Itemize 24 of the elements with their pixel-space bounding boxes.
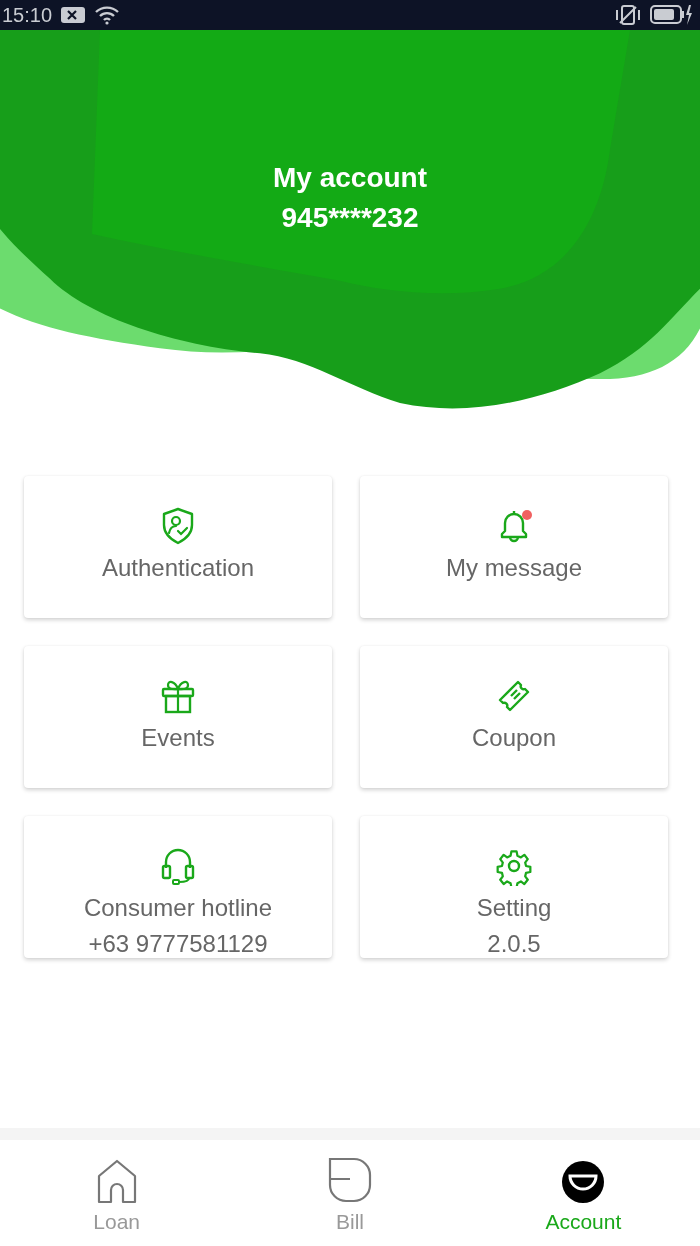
status-time: 15:10: [2, 3, 53, 27]
card-detail: 2.0.5: [487, 929, 541, 959]
menu-card[interactable]: Events: [24, 646, 332, 788]
menu-card[interactable]: Consumer hotline +63 9777581129: [24, 816, 332, 958]
menu-card[interactable]: My message: [360, 476, 668, 618]
card-label: Consumer hotline: [83, 893, 273, 923]
notification-icon: [60, 5, 87, 25]
account-title: My account: [273, 161, 427, 195]
menu-card[interactable]: Coupon: [360, 646, 668, 788]
account-number: 945****232: [281, 201, 419, 235]
battery-charging-icon: [650, 4, 694, 26]
bill-icon: [327, 1156, 373, 1204]
card-detail: +63 9777581129: [88, 929, 268, 959]
nav-tab[interactable]: Account: [466, 1140, 700, 1246]
menu-card[interactable]: Authentication: [24, 476, 332, 618]
card-label: My message: [445, 553, 582, 583]
card-label: Setting: [476, 893, 552, 923]
card-label: Coupon: [471, 723, 557, 753]
wifi-icon: [94, 4, 121, 26]
account-icon: [561, 1160, 606, 1204]
vibrate-icon: [614, 4, 642, 26]
menu-card[interactable]: Setting 2.0.5: [360, 816, 668, 958]
card-label: Authentication: [101, 553, 255, 583]
card-label: Events: [141, 723, 215, 753]
